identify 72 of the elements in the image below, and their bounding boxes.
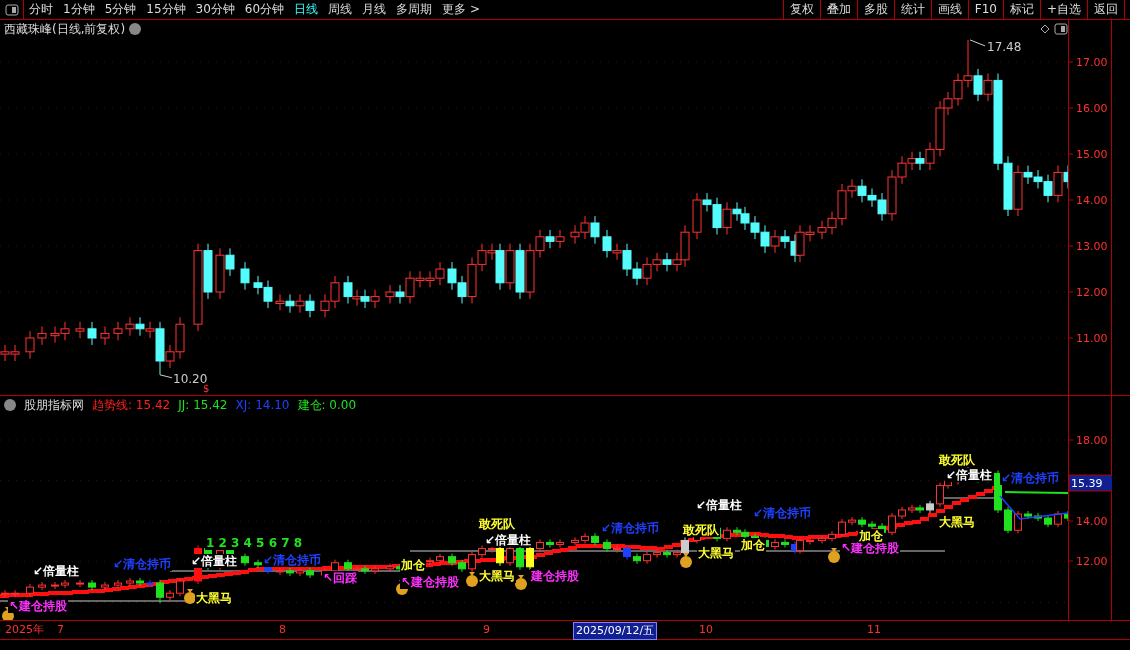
period-tab[interactable]: 1分钟 [58, 0, 100, 19]
indicator-value: 趋势线: 15.42 [92, 397, 171, 414]
signal-label: ↙清仓持币 [1000, 471, 1061, 485]
period-tab[interactable]: 月线 [357, 0, 392, 19]
indicator-value: JJ: 15.42 [178, 397, 228, 414]
high-price-label: 17.48 [987, 39, 1022, 54]
signal-label: ↙清仓持币 [752, 506, 813, 520]
indicator-value: XJ: 14.10 [235, 397, 290, 414]
period-tab[interactable]: 更多 > [437, 0, 485, 19]
date-label: 10 [698, 622, 714, 638]
toolbar-button[interactable]: 标记 [1002, 0, 1040, 19]
period-tab[interactable]: 周线 [323, 0, 358, 19]
signal-label: 大黑马 [697, 546, 735, 560]
axis-label: 14.00 [1076, 194, 1108, 207]
signal-label: ↙清仓持币 [600, 521, 661, 535]
axis-label: 16.00 [1076, 102, 1108, 115]
signal-label: 1 2 3 4 5 6 7 8 [205, 536, 304, 550]
signal-label: ↙清仓持币 [262, 553, 323, 567]
signal-label: ↙倍量柱 [945, 468, 994, 482]
toolbar-button[interactable]: +自选 [1039, 0, 1087, 19]
date-label: 11 [866, 622, 882, 638]
date-label: 7 [56, 622, 65, 638]
axis-label: 13.00 [1076, 240, 1108, 253]
toolbar-button[interactable]: F10 [967, 0, 1003, 19]
axis-label: 15.00 [1076, 148, 1108, 161]
date-label: 2025年 [4, 622, 45, 638]
toolbar-button[interactable]: 画线 [930, 0, 968, 19]
period-tab[interactable]: 多周期 [391, 0, 438, 19]
signal-label: ↖建仓持股 [8, 599, 69, 613]
axis-label: 18.00 [1076, 434, 1108, 447]
current-value-tag: 15.39 [1069, 474, 1113, 492]
axis-label: 14.00 [1076, 515, 1108, 528]
axis-label: 12.00 [1076, 555, 1108, 568]
signal-label: ↖建仓持股 [400, 575, 461, 589]
toolbar-button[interactable]: 统计 [893, 0, 931, 19]
signal-label: 建仓持股 [530, 569, 580, 583]
period-tab[interactable]: 60分钟 [239, 0, 290, 19]
signal-label: ↖回踩 [322, 571, 359, 585]
signal-label: 大黑马 [478, 569, 516, 583]
signal-label: ↙倍量柱 [484, 533, 533, 547]
signal-label: 大黑马 [938, 515, 976, 529]
toolbar-button[interactable]: 叠加 [819, 0, 857, 19]
date-label: 9 [482, 622, 491, 638]
signal-marker: $ [203, 383, 210, 394]
period-tab[interactable]: 5分钟 [99, 0, 142, 19]
signal-label: ↙清仓持币 [112, 557, 173, 571]
signal-label: ↙倍量柱 [32, 564, 81, 578]
period-tab[interactable]: 日线 [289, 0, 324, 19]
period-tab[interactable]: 15分钟 [141, 0, 191, 19]
axis-label: 11.00 [1076, 332, 1108, 345]
signal-label: 敢死队 [478, 517, 516, 531]
signal-label: 敢死队 [682, 523, 720, 537]
date-label: 8 [278, 622, 287, 638]
signal-label: ↖建仓持股 [840, 541, 901, 555]
indicator-value: 建仓: 0.00 [297, 397, 357, 414]
date-label: 2025/09/12/五 [573, 622, 658, 640]
signal-label: 大黑马 [195, 591, 233, 605]
axis-label: 17.00 [1076, 56, 1108, 69]
chart-title: 西藏珠峰(日线,前复权) [4, 21, 126, 38]
signal-label: ↙倍量柱 [190, 554, 239, 568]
signal-label: ↙倍量柱 [695, 498, 744, 512]
period-tab[interactable]: 30分钟 [190, 0, 240, 19]
toolbar-button[interactable]: 返回 [1087, 0, 1124, 19]
signal-label: 加仓 [858, 529, 884, 543]
toolbar-button[interactable]: 多股 [856, 0, 894, 19]
toolbar-button[interactable]: 复权 [782, 0, 820, 19]
axis-label: 12.00 [1076, 286, 1108, 299]
period-tab[interactable]: 分时 [24, 0, 58, 19]
indicator-name: 股朋指标网 [24, 397, 84, 414]
signal-label: 加仓 [740, 538, 766, 552]
signal-label: 加仓 [400, 558, 426, 572]
signal-label: 敢死队 [938, 453, 976, 467]
